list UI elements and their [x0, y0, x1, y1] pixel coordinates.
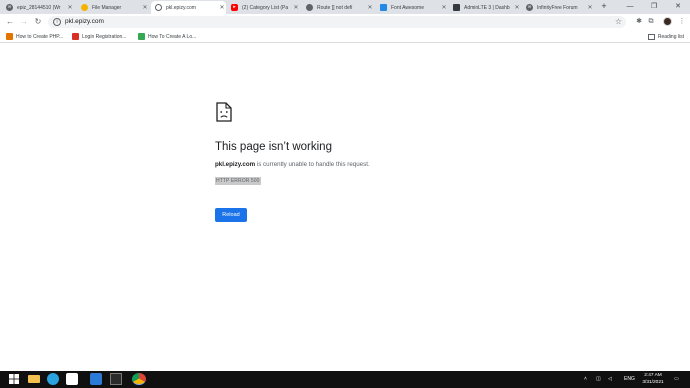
chrome-icon[interactable]	[132, 373, 146, 385]
bookmark-label: Login Registration...	[82, 33, 127, 40]
tab-label: (2) Category List (Pa	[242, 4, 289, 11]
tab-pkl-epizy[interactable]: pkl.epizy.com ✕	[151, 1, 226, 14]
bookmark-item[interactable]: How to Create PHP...	[6, 32, 63, 41]
notifications-icon[interactable]: ▭	[674, 371, 679, 388]
tab-file-manager[interactable]: File Manager ✕	[77, 1, 149, 14]
laravel-icon	[306, 4, 313, 11]
profile-avatar[interactable]	[663, 17, 672, 26]
page-content: This page isn’t working pkl.epizy.com is…	[0, 44, 690, 371]
windows-taskbar: ˄ ◫ ◁ ENG 2:47 AM 3/31/2021 ▭	[0, 371, 690, 388]
close-tab-icon[interactable]: ✕	[218, 4, 226, 11]
close-tab-icon[interactable]: ✕	[440, 4, 448, 11]
tab-label: Route [] not defi	[317, 4, 353, 11]
clock[interactable]: 2:47 AM 3/31/2021	[640, 372, 666, 386]
restore-icon[interactable]: ❐	[642, 0, 666, 14]
bookmarks-bar: How to Create PHP... Login Registration.…	[0, 30, 690, 43]
puzzle-icon[interactable]: ⧉	[645, 16, 657, 28]
language-indicator[interactable]: ENG	[624, 371, 635, 388]
reload-icon[interactable]: ↻	[32, 16, 44, 28]
tab-epiz[interactable]: ∞ epiz_28144510 (Wr ✕	[2, 1, 74, 14]
tab-adminlte[interactable]: AdminLTE 3 | Dashb ✕	[449, 1, 521, 14]
bookmark-item[interactable]: Login Registration...	[72, 32, 126, 41]
reload-button[interactable]: Reload	[215, 208, 247, 222]
tab-label: AdminLTE 3 | Dashb	[464, 4, 510, 11]
youtube-icon: ▸	[231, 4, 238, 11]
bookmark-label: How to Create PHP...	[16, 33, 64, 40]
tab-category-list[interactable]: ▸ (2) Category List (Pa ✕	[227, 1, 300, 14]
tab-font-awesome[interactable]: Font Awesome ✕	[376, 1, 448, 14]
error-message: is currently unable to handle this reque…	[255, 161, 370, 168]
close-tab-icon[interactable]: ✕	[66, 4, 74, 11]
extensions-icon[interactable]: ✱	[633, 16, 645, 28]
new-tab-button[interactable]: +	[599, 1, 609, 13]
tab-strip: ∞ epiz_28144510 (Wr ✕ File Manager ✕ pkl…	[0, 0, 690, 14]
tab-label: InfinityFree Forum	[537, 4, 578, 11]
tab-label: epiz_28144510 (Wr	[17, 4, 61, 11]
close-tab-icon[interactable]: ✕	[513, 4, 521, 11]
close-tab-icon[interactable]: ✕	[586, 4, 594, 11]
bookmark-favicon-icon	[6, 33, 13, 40]
sad-document-icon	[216, 102, 232, 122]
error-host: pkl.epizy.com	[215, 161, 256, 168]
tab-label: Font Awesome	[391, 4, 424, 11]
notepad-icon[interactable]	[66, 373, 78, 385]
bookmark-favicon-icon	[138, 33, 145, 40]
fontawesome-icon	[380, 4, 387, 11]
tray-arrow-icon[interactable]: ˄	[584, 371, 587, 388]
close-tab-icon[interactable]: ✕	[141, 4, 149, 11]
adminlte-icon	[453, 4, 460, 11]
close-window-icon[interactable]: ✕	[666, 0, 690, 14]
telegram-icon[interactable]	[47, 373, 59, 385]
back-button[interactable]: ←	[4, 16, 16, 28]
browser-toolbar: ← → ↻ i pkl.epizy.com ☆ ✱ ⧉ ⋮	[0, 14, 690, 30]
volume-icon[interactable]: ◁	[608, 371, 612, 388]
url-text[interactable]: pkl.epizy.com	[65, 17, 104, 27]
error-description: pkl.epizy.com is currently unable to han…	[215, 161, 370, 168]
close-tab-icon[interactable]: ✕	[292, 4, 300, 11]
reading-list-icon	[647, 33, 655, 40]
bookmark-item[interactable]: How To Create A Lo...	[138, 32, 196, 41]
reading-list-label: Reading list	[657, 33, 684, 40]
close-tab-icon[interactable]: ✕	[366, 4, 374, 11]
tab-route[interactable]: Route [] not defi ✕	[302, 1, 374, 14]
error-title: This page isn’t working	[215, 141, 332, 153]
forward-button[interactable]: →	[18, 16, 30, 28]
error-code: HTTP ERROR 500	[215, 177, 261, 185]
tab-label: File Manager	[92, 4, 122, 11]
reading-list-button[interactable]: Reading list	[647, 32, 684, 41]
infinityfree-icon: ∞	[526, 4, 533, 11]
bookmark-label: How To Create A Lo...	[148, 33, 197, 40]
tab-infinityfree-forum[interactable]: ∞ InfinityFree Forum ✕	[522, 1, 594, 14]
infinityfree-icon: ∞	[6, 4, 13, 11]
bookmark-favicon-icon	[72, 33, 79, 40]
windows-start-icon[interactable]	[8, 373, 20, 385]
filemanager-icon	[81, 4, 88, 11]
info-icon[interactable]: i	[53, 18, 61, 26]
globe-icon	[155, 4, 162, 11]
menu-icon[interactable]: ⋮	[676, 16, 688, 28]
minimize-icon[interactable]: —	[618, 0, 642, 14]
vscode-icon[interactable]	[90, 373, 102, 385]
file-explorer-icon[interactable]	[28, 375, 40, 383]
clock-date: 3/31/2021	[642, 380, 664, 385]
clock-time: 2:47 AM	[644, 373, 662, 378]
bookmark-star-icon[interactable]: ☆	[615, 16, 622, 28]
tab-label: pkl.epizy.com	[166, 4, 196, 11]
network-icon[interactable]: ◫	[596, 371, 601, 388]
address-bar[interactable]: i pkl.epizy.com ☆	[48, 16, 626, 28]
terminal-icon[interactable]	[110, 373, 122, 385]
